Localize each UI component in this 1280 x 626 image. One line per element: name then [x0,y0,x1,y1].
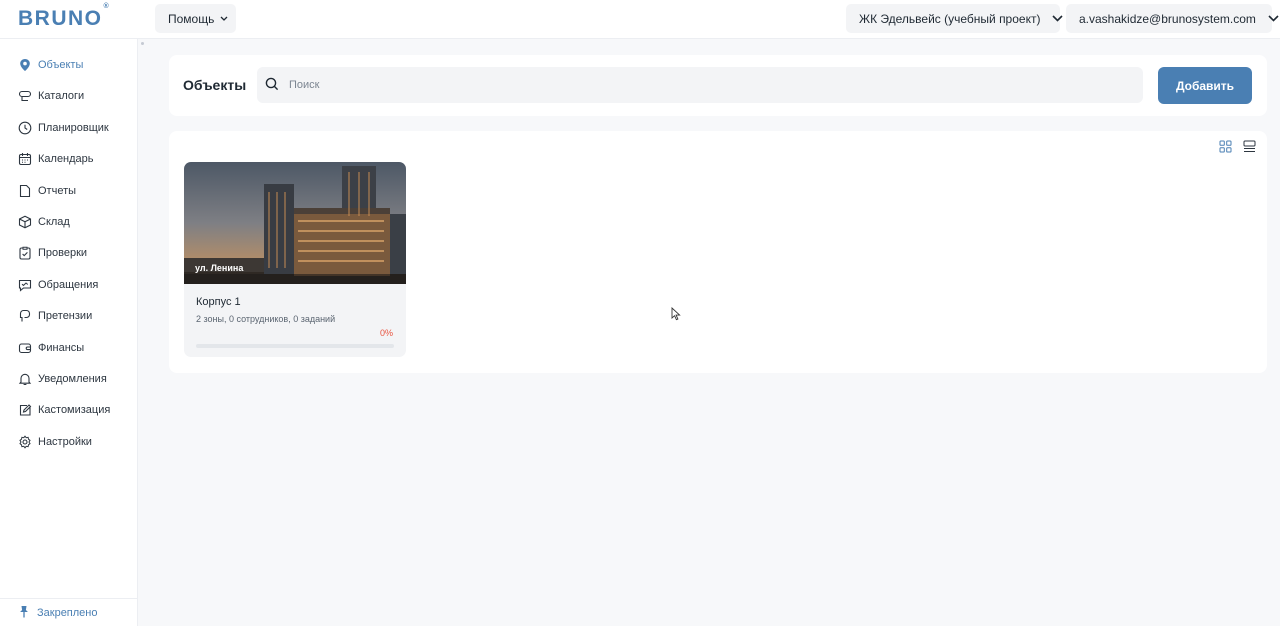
map-pin-icon [18,58,32,72]
objects-toolbar: Объекты Добавить [169,55,1267,116]
sidebar-item-warehouse[interactable]: Склад [18,212,70,232]
user-email: a.vashakidze@brunosystem.com [1079,11,1256,26]
chevron-down-icon [220,16,228,21]
sidebar-item-label: Кастомизация [38,404,111,416]
sidebar-item-label: Обращения [38,279,99,291]
progress-bar [196,344,394,348]
pinned-label: Закреплено [37,606,98,619]
sidebar-item-label: Финансы [38,342,85,354]
checklist-icon [18,246,32,260]
project-selector[interactable]: ЖК Эдельвейс (учебный проект) [846,4,1064,33]
sidebar-item-label: Календарь [38,153,94,165]
sidebar-item-label: Настройки [38,436,92,448]
sidebar-item-label: Каталоги [38,90,85,102]
chevron-down-icon [1052,15,1064,22]
message-icon [18,278,32,292]
add-button[interactable]: Добавить [1158,67,1252,104]
wallet-icon [18,341,32,355]
sidebar-item-calendar[interactable]: Календарь [18,149,94,169]
sidebar: Объекты Каталоги Планировщик Календарь О… [0,39,138,626]
complaint-icon [18,309,32,323]
report-icon [18,184,32,198]
pin-icon [19,605,29,621]
sidebar-item-label: Отчеты [38,185,77,197]
sidebar-item-label: Претензии [38,310,93,322]
sidebar-collapse-handle[interactable] [141,42,144,45]
clock-icon [18,121,32,135]
sidebar-item-label: Проверки [38,247,88,259]
object-address: ул. Ленина [195,263,244,273]
sidebar-item-label: Уведомления [38,373,107,385]
sidebar-item-customization[interactable]: Кастомизация [18,400,110,420]
sidebar-item-notifications[interactable]: Уведомления [18,369,107,389]
user-menu[interactable]: a.vashakidze@brunosystem.com [1066,4,1279,33]
objects-grid: ул. Ленина Корпус 1 2 зоны, 0 сотруднико… [169,131,1267,373]
sidebar-item-finance[interactable]: Финансы [18,338,84,358]
search-input[interactable] [289,79,1109,91]
sidebar-item-planner[interactable]: Планировщик [18,118,109,138]
top-header: BRUNO® Помощь ЖК Эдельвейс (учебный прое… [0,0,1280,39]
search-box[interactable] [257,67,1143,103]
project-label: ЖК Эдельвейс (учебный проект) [859,11,1041,26]
gear-icon [18,435,32,449]
sidebar-item-label: Планировщик [38,122,109,134]
sidebar-item-label: Склад [38,216,70,228]
search-icon [265,77,279,94]
progress-percent: 0% [379,328,393,338]
object-name: Корпус 1 [196,296,241,308]
mouse-cursor-icon [671,307,681,321]
sidebar-item-catalogs[interactable]: Каталоги [18,86,84,106]
sidebar-item-requests[interactable]: Обращения [18,275,98,295]
pinned-section[interactable]: Закреплено [0,598,138,626]
grid-view-icon[interactable] [1219,140,1232,153]
box-icon [18,215,32,229]
page-title: Объекты [183,77,247,93]
help-dropdown[interactable]: Помощь [155,4,236,33]
help-label: Помощь [168,11,215,26]
sidebar-item-reports[interactable]: Отчеты [18,181,76,201]
calendar-icon [18,152,32,166]
sidebar-item-label: Объекты [38,59,84,71]
edit-icon [18,403,32,417]
sidebar-item-inspections[interactable]: Проверки [18,243,87,263]
sidebar-item-claims[interactable]: Претензии [18,306,92,326]
object-card[interactable]: ул. Ленина Корпус 1 2 зоны, 0 сотруднико… [184,162,406,357]
bell-icon [18,372,32,386]
list-view-icon[interactable] [1243,140,1256,153]
sidebar-item-objects[interactable]: Объекты [18,55,83,75]
catalog-icon [18,89,32,103]
sidebar-item-settings[interactable]: Настройки [18,432,92,452]
chevron-down-icon [1268,15,1279,22]
object-stats: 2 зоны, 0 сотрудников, 0 заданий [196,314,336,324]
bruno-logo[interactable]: BRUNO® [18,3,109,31]
